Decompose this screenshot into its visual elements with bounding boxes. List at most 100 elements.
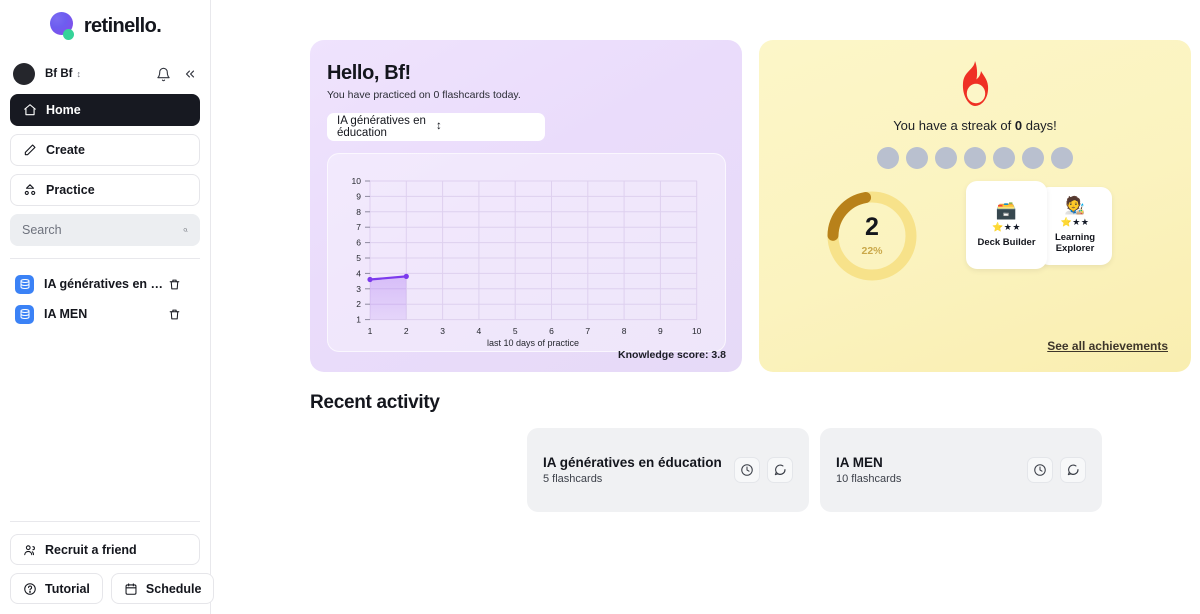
schedule-button[interactable]: Schedule bbox=[110, 573, 215, 604]
svg-text:10: 10 bbox=[692, 326, 702, 336]
flame-icon bbox=[759, 40, 1191, 110]
achievement-badge[interactable]: 🧑‍🎨 ⭐★★ Learning Explorer bbox=[1038, 187, 1112, 265]
svg-text:5: 5 bbox=[356, 253, 361, 263]
svg-text:7: 7 bbox=[585, 326, 590, 336]
see-all-achievements-link[interactable]: See all achievements bbox=[1047, 339, 1168, 353]
badge-emoji: 🧑‍🎨 bbox=[1064, 196, 1086, 216]
sidebar-footer: Recruit a friend Tutorial Schedule bbox=[10, 521, 215, 614]
achievement-badge[interactable]: 🗃️ ⭐★★ Deck Builder bbox=[966, 181, 1047, 269]
dashboard-cards: Hello, Bf! You have practiced on 0 flash… bbox=[211, 0, 1200, 372]
svg-text:9: 9 bbox=[658, 326, 663, 336]
streak-text: You have a streak of 0 days! bbox=[759, 118, 1191, 133]
retinello-logo-icon bbox=[49, 12, 77, 40]
home-icon bbox=[24, 104, 36, 116]
sidebar-item-home[interactable]: Home bbox=[10, 94, 200, 126]
svg-text:3: 3 bbox=[356, 284, 361, 294]
streak-dot bbox=[993, 147, 1015, 169]
page-title: Hello, Bf! bbox=[327, 62, 411, 84]
sidebar-item-label: Home bbox=[46, 103, 81, 117]
activity-flashcard-count: 10 flashcards bbox=[836, 473, 902, 485]
badge-title: Learning Explorer bbox=[1054, 232, 1096, 254]
search-icon[interactable] bbox=[183, 223, 188, 237]
divider bbox=[10, 258, 200, 259]
badge-title: Deck Builder bbox=[977, 236, 1036, 248]
svg-text:2: 2 bbox=[404, 326, 409, 336]
badge-stars: ⭐★★ bbox=[992, 221, 1021, 232]
svg-text:7: 7 bbox=[356, 222, 361, 232]
practice-chart[interactable]: 10 9 8 765 432 1 123 456 789 10 last 10 … bbox=[327, 153, 726, 352]
recent-activity-item[interactable]: IA génératives en éducation 5 flashcards bbox=[527, 428, 809, 512]
sidebar-deck-label: IA MEN bbox=[44, 307, 88, 321]
svg-text:6: 6 bbox=[549, 326, 554, 336]
svg-text:6: 6 bbox=[356, 238, 361, 248]
sidebar-deck-label: IA génératives en éd... bbox=[44, 277, 166, 291]
deck-select-value: IA génératives en éducation bbox=[337, 115, 426, 139]
people-icon bbox=[24, 544, 35, 555]
clock-icon[interactable] bbox=[1027, 457, 1053, 483]
trash-icon[interactable] bbox=[166, 278, 182, 291]
tutorial-button[interactable]: Tutorial bbox=[10, 573, 103, 604]
chevron-updown-icon: ↕ bbox=[436, 120, 442, 133]
svg-text:10: 10 bbox=[352, 176, 362, 186]
avatar bbox=[13, 63, 35, 85]
deck-icon bbox=[15, 304, 34, 324]
svg-text:9: 9 bbox=[356, 191, 361, 201]
svg-text:2: 2 bbox=[356, 299, 361, 309]
streak-dot bbox=[906, 147, 928, 169]
collapse-sidebar-icon[interactable] bbox=[183, 67, 197, 81]
recent-activity-title: Recent activity bbox=[310, 392, 440, 413]
bell-icon[interactable] bbox=[156, 67, 171, 82]
recent-activity-item[interactable]: IA MEN 10 flashcards bbox=[820, 428, 1102, 512]
achievement-percent: 22% bbox=[861, 245, 883, 257]
achievement-count: 2 bbox=[865, 213, 879, 241]
main-content: Hello, Bf! You have practiced on 0 flash… bbox=[211, 0, 1200, 614]
svg-text:3: 3 bbox=[440, 326, 445, 336]
streak-text-after: days! bbox=[1022, 118, 1057, 133]
sidebar-item-practice[interactable]: Practice bbox=[10, 174, 200, 206]
recruit-a-friend-button[interactable]: Recruit a friend bbox=[10, 534, 200, 565]
svg-text:8: 8 bbox=[622, 326, 627, 336]
badge-emoji: 🗃️ bbox=[995, 200, 1018, 220]
trash-icon[interactable] bbox=[166, 308, 182, 321]
svg-text:1: 1 bbox=[356, 315, 361, 325]
schedule-label: Schedule bbox=[145, 581, 202, 596]
chat-icon[interactable] bbox=[1060, 457, 1086, 483]
greeting-subtitle: You have practiced on 0 flashcards today… bbox=[327, 89, 521, 101]
flame-icon-svg bbox=[962, 61, 989, 106]
achievements-section: 2 22% 🧑‍🎨 ⭐★★ Learning Explorer 🗃️ ⭐★★ bbox=[759, 181, 1191, 291]
svg-text:1: 1 bbox=[368, 326, 373, 336]
sidebar-deck-item[interactable]: IA génératives en éd... bbox=[10, 269, 200, 299]
streak-dot bbox=[964, 147, 986, 169]
deck-select[interactable]: IA génératives en éducation ↕ bbox=[327, 113, 545, 141]
sidebar: retinello. Bf Bf ↕ Home Create Practice … bbox=[0, 0, 215, 614]
achievement-progress-ring: 2 22% bbox=[823, 187, 921, 285]
question-circle-icon bbox=[24, 582, 36, 595]
activity-deck-name: IA génératives en éducation bbox=[543, 455, 722, 470]
chat-icon[interactable] bbox=[767, 457, 793, 483]
clock-icon[interactable] bbox=[734, 457, 760, 483]
chart-xlabel: last 10 days of practice bbox=[487, 338, 579, 348]
sidebar-item-label: Create bbox=[46, 143, 85, 157]
sidebar-deck-item[interactable]: IA MEN bbox=[10, 299, 200, 329]
brand-name: retinello. bbox=[83, 14, 162, 37]
brand[interactable]: retinello. bbox=[10, 0, 200, 52]
svg-text:5: 5 bbox=[513, 326, 518, 336]
streak-dot bbox=[877, 147, 899, 169]
streak-text-before: You have a streak of bbox=[893, 118, 1015, 133]
deck-icon bbox=[15, 274, 34, 294]
divider bbox=[10, 521, 200, 522]
badge-stars: ⭐★★ bbox=[1060, 217, 1090, 228]
svg-text:4: 4 bbox=[356, 268, 361, 278]
search-input[interactable] bbox=[22, 223, 183, 237]
streak-dot bbox=[1022, 147, 1044, 169]
sidebar-item-label: Practice bbox=[46, 183, 95, 197]
knowledge-score: Knowledge score: 3.8 bbox=[618, 349, 726, 361]
streak-achievements-card: You have a streak of 0 days! bbox=[759, 40, 1191, 372]
user-row[interactable]: Bf Bf ↕ bbox=[10, 54, 200, 94]
search-box[interactable] bbox=[10, 214, 200, 246]
sidebar-item-create[interactable]: Create bbox=[10, 134, 200, 166]
chevron-updown-icon[interactable]: ↕ bbox=[76, 69, 81, 79]
tutorial-label: Tutorial bbox=[45, 581, 90, 596]
svg-text:8: 8 bbox=[356, 207, 361, 217]
streak-dot bbox=[935, 147, 957, 169]
